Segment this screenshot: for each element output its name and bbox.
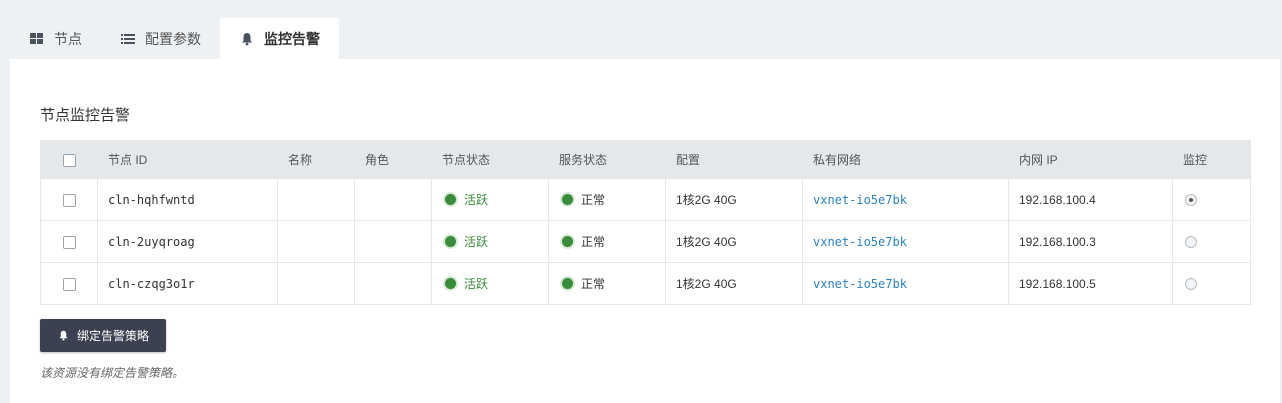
node-status: 活跃 [464,193,489,207]
tab-label: 监控告警 [264,30,320,47]
monitor-cell [1172,262,1251,305]
select-all-checkbox[interactable] [63,153,76,167]
vxnet-cell: vxnet-io5e7bk [802,178,1009,221]
node-status: 活跃 [464,235,489,249]
row-checkbox[interactable] [63,277,76,291]
table-header-row: 节点 ID 名称 角色 节点状态 服务状态 配置 私有网络 内网 IP 监控 [40,140,1251,179]
node-name [277,178,355,221]
monitor-radio[interactable] [1185,278,1197,291]
private-ip: 192.168.100.3 [1008,220,1173,263]
select-all-header [40,140,98,179]
table-row: cln-2uyqroag 活跃 正常 1核2G 40G vxnet-io5e7b… [40,220,1251,263]
private-ip: 192.168.100.4 [1008,178,1173,221]
no-policy-note: 该资源没有绑定告警策略。 [40,366,185,380]
column-header: 节点状态 [431,140,549,179]
column-header: 监控 [1172,140,1251,179]
section-title: 节点监控告警 [40,107,131,124]
column-header: 内网 IP [1008,140,1173,179]
node-name [277,220,355,263]
column-header: 角色 [354,140,432,179]
tab-label: 配置参数 [145,30,201,47]
row-checkbox[interactable] [63,193,76,207]
list-icon [121,32,135,46]
service-status: 正常 [581,193,606,207]
vxnet-cell: vxnet-io5e7bk [802,262,1009,305]
node-role [354,178,432,221]
bind-alert-policy-button[interactable]: 绑定告警策略 [40,319,166,352]
node-id: cln-2uyqroag [97,220,278,263]
vxnet-cell: vxnet-io5e7bk [802,220,1009,263]
row-checkbox[interactable] [63,235,76,249]
service-status-cell: 正常 [548,178,666,221]
monitor-cell [1172,220,1251,263]
bell-icon [240,32,254,46]
monitor-radio[interactable] [1185,194,1197,207]
bind-button-label: 绑定告警策略 [77,329,150,343]
tab-label: 节点 [54,30,82,47]
column-header: 服务状态 [548,140,666,179]
status-dot-icon [445,278,456,289]
table-row: cln-hqhfwntd 活跃 正常 1核2G 40G vxnet-io5e7b… [40,178,1251,221]
node-role [354,220,432,263]
vxnet-link[interactable]: vxnet-io5e7bk [813,193,907,207]
node-config: 1核2G 40G [665,220,803,263]
node-id: cln-czqg3o1r [97,262,278,305]
status-dot-icon [562,236,573,247]
bell-icon [58,330,69,341]
service-status-cell: 正常 [548,220,666,263]
node-status-cell: 活跃 [431,178,549,221]
column-header: 节点 ID [97,140,278,179]
grid-icon [30,32,44,46]
nodes-table: 节点 ID 名称 角色 节点状态 服务状态 配置 私有网络 内网 IP 监控 c… [40,140,1251,305]
tab-nodes[interactable]: 节点 [10,18,101,59]
column-header: 名称 [277,140,355,179]
status-dot-icon [445,194,456,205]
content-panel: 节点监控告警 节点 ID 名称 角色 节点状态 服务状态 配置 私有网络 内网 … [10,59,1280,403]
node-role [354,262,432,305]
status-dot-icon [562,278,573,289]
tab-bar: 节点 配置参数 监控告警 [10,18,339,59]
service-status: 正常 [581,277,606,291]
monitor-radio[interactable] [1185,236,1197,249]
service-status: 正常 [581,235,606,249]
node-config: 1核2G 40G [665,262,803,305]
service-status-cell: 正常 [548,262,666,305]
tab-monitoring-alerts[interactable]: 监控告警 [220,18,339,59]
status-dot-icon [562,194,573,205]
tab-config-params[interactable]: 配置参数 [101,18,220,59]
node-status-cell: 活跃 [431,262,549,305]
table-row: cln-czqg3o1r 活跃 正常 1核2G 40G vxnet-io5e7b… [40,262,1251,305]
node-name [277,262,355,305]
monitor-cell [1172,178,1251,221]
column-header: 配置 [665,140,803,179]
private-ip: 192.168.100.5 [1008,262,1173,305]
node-config: 1核2G 40G [665,178,803,221]
node-status-cell: 活跃 [431,220,549,263]
node-id: cln-hqhfwntd [97,178,278,221]
status-dot-icon [445,236,456,247]
vxnet-link[interactable]: vxnet-io5e7bk [813,277,907,291]
column-header: 私有网络 [802,140,1009,179]
vxnet-link[interactable]: vxnet-io5e7bk [813,235,907,249]
node-status: 活跃 [464,277,489,291]
